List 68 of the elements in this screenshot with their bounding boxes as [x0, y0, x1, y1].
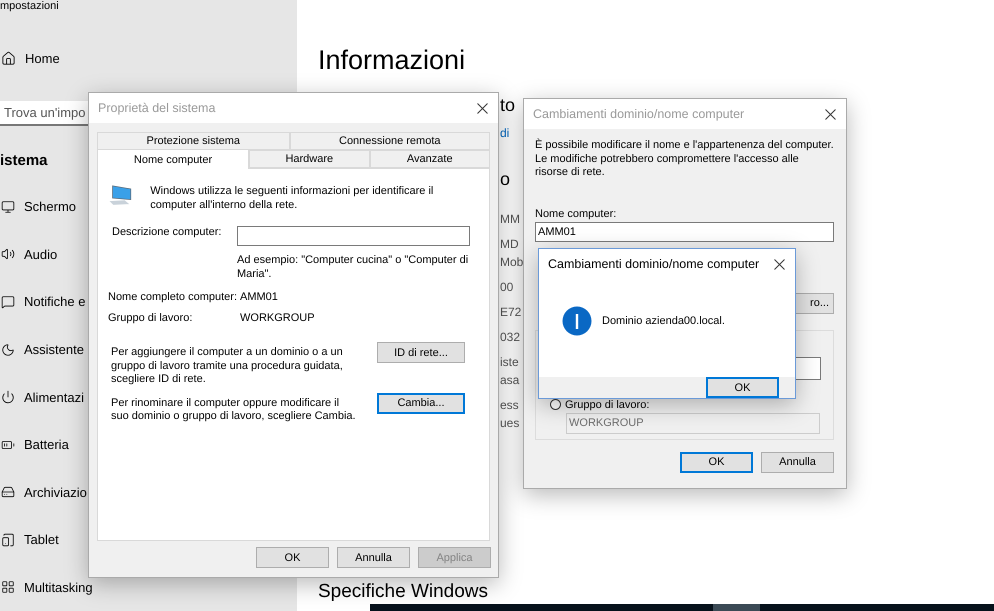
- drive-icon: [1, 485, 15, 500]
- nav-item[interactable]: Notifiche e: [24, 294, 86, 310]
- close-icon[interactable]: [774, 258, 785, 270]
- field-label: Nome completo computer:: [108, 291, 238, 303]
- action-button[interactable]: ID di rete...: [377, 342, 465, 363]
- moon-icon: [1, 342, 15, 357]
- info-icon: [562, 306, 592, 336]
- tab[interactable]: Connessione remota: [290, 132, 490, 150]
- dialog-button[interactable]: Annulla: [761, 452, 834, 472]
- action-button[interactable]: Cambia...: [377, 392, 465, 414]
- search-field[interactable]: Trova un'impo: [0, 100, 88, 126]
- spec-value: 032: [500, 329, 520, 346]
- spec-value: MM: [500, 211, 520, 228]
- nav-item[interactable]: Multitasking: [24, 580, 93, 595]
- spec-value: MD Mob: [500, 236, 524, 271]
- hint-text: Ad esempio: "Computer cucina" o "Computer di Maria".: [237, 254, 470, 281]
- intro-text: È possibile modificare il nome e l'appartenenza del computer. Le modifiche potrebbero compromettere l'accesso alle risorse di rete.: [535, 139, 834, 180]
- dialog-button[interactable]: OK: [680, 452, 753, 472]
- close-icon[interactable]: [477, 102, 488, 114]
- section-heading: o: [500, 168, 510, 191]
- window-title: Cambiamenti dominio/nome computer: [548, 257, 760, 271]
- intro-text: Windows utilizza le seguenti informazioni per identificare il computer all'interno della rete.: [150, 185, 434, 212]
- power-icon: [1, 390, 15, 404]
- dialog-button[interactable]: Annulla: [337, 547, 410, 568]
- field-label: Nome computer:: [535, 208, 616, 220]
- tab[interactable]: Avanzate: [370, 150, 490, 168]
- nav-item[interactable]: Schermo: [24, 199, 76, 214]
- tab[interactable]: Protezione sistema: [97, 132, 290, 150]
- monitor-icon: [1, 200, 15, 214]
- nav-item[interactable]: Batteria: [24, 437, 69, 452]
- home-icon: [1, 51, 16, 66]
- grid-icon: [1, 580, 15, 594]
- close-icon[interactable]: [825, 108, 836, 120]
- nav-item[interactable]: Assistente: [24, 342, 84, 358]
- window-title: Cambiamenti dominio/nome computer: [533, 107, 744, 121]
- app-title: mpostazioni: [0, 0, 59, 13]
- nav-item[interactable]: Tablet: [24, 532, 59, 548]
- tab[interactable]: Hardware: [249, 150, 370, 168]
- nav-item[interactable]: Audio: [24, 246, 58, 262]
- spec-value: ess ues: [500, 397, 520, 432]
- description-field[interactable]: [237, 226, 470, 246]
- speech-bubble-icon: [1, 294, 15, 309]
- field-value: AMM01: [240, 291, 278, 303]
- field-label: Gruppo di lavoro:: [108, 312, 194, 324]
- section-heading: Specifiche Windows: [318, 581, 488, 603]
- page-title: Informazioni: [318, 44, 466, 77]
- tablet-icon: [1, 532, 15, 547]
- section-heading: istema: [0, 152, 48, 172]
- nav-item[interactable]: Archiviazio: [24, 484, 87, 500]
- dialog-button[interactable]: OK: [256, 547, 329, 568]
- field-value: WORKGROUP: [240, 312, 315, 324]
- computer-name-field[interactable]: AMM01: [535, 222, 834, 242]
- tab[interactable]: Nome computer: [97, 149, 250, 169]
- instruction-text: Per rinominare il computer oppure modificare il suo dominio o gruppo di lavoro, scegliere Cambia.: [111, 396, 356, 424]
- spec-value: E72: [500, 304, 522, 321]
- nav-item[interactable]: Home: [25, 51, 60, 66]
- field-label: Descrizione computer:: [112, 226, 222, 238]
- instruction-text: Per aggiungere il computer a un dominio o a un gruppo di lavoro tramite una procedura guidata, scegliere ID di rete.: [111, 346, 344, 386]
- nav-item[interactable]: Alimentazi: [24, 390, 84, 405]
- window-title: Proprietà del sistema: [98, 101, 216, 115]
- link[interactable]: di: [500, 124, 510, 142]
- message-text: Dominio azienda00.local.: [602, 315, 725, 327]
- section-heading: to: [500, 94, 516, 117]
- spec-value: 00: [500, 279, 514, 296]
- spec-value: iste asa: [500, 354, 520, 389]
- workgroup-field[interactable]: WORKGROUP: [566, 412, 820, 434]
- speaker-icon: [1, 247, 15, 262]
- ok-button[interactable]: OK: [706, 377, 779, 398]
